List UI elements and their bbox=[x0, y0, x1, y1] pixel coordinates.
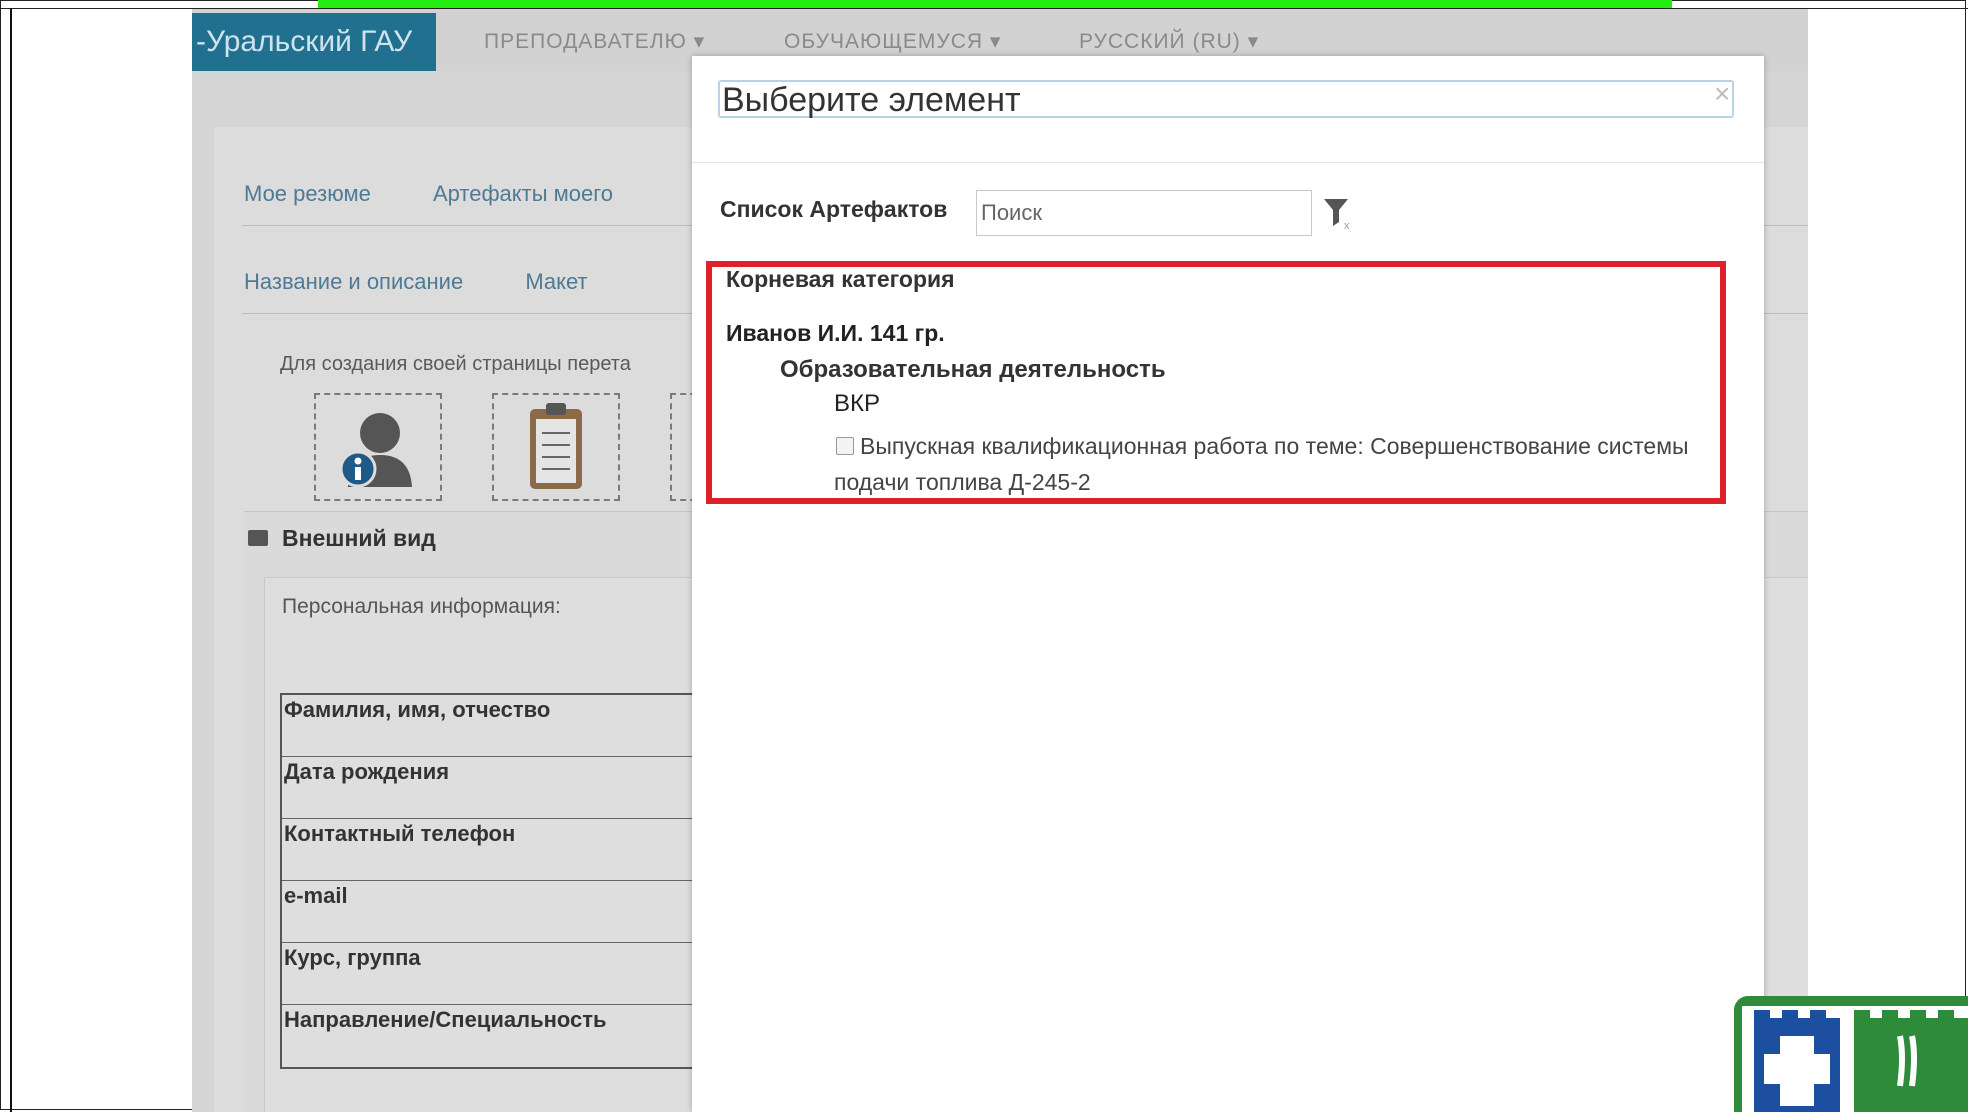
tree-node-vkr[interactable]: ВКР bbox=[834, 390, 880, 418]
tree-leaf-thesis[interactable]: Выпускная квалификационная работа по тем… bbox=[834, 428, 1694, 500]
drag-hint: Для создания своей страницы перета bbox=[280, 353, 631, 375]
university-logo bbox=[1734, 996, 1968, 1112]
tab-my-artifacts[interactable]: Артефакты моего bbox=[433, 181, 613, 206]
artifact-list-label: Список Артефактов bbox=[720, 196, 948, 222]
search-input[interactable] bbox=[976, 190, 1312, 236]
tab-layout[interactable]: Макет bbox=[525, 269, 587, 294]
checkbox-icon[interactable] bbox=[836, 437, 854, 455]
nav-language[interactable]: РУССКИЙ (RU) ▾ bbox=[1079, 29, 1259, 54]
tree-node-student[interactable]: Иванов И.И. 141 гр. bbox=[726, 320, 945, 347]
thesis-label: Выпускная квалификационная работа по тем… bbox=[834, 433, 1689, 495]
select-element-modal: Выберите элемент × Список Артефактов x К… bbox=[692, 56, 1764, 1112]
profile-tabs: Мое резюме Артефакты моего bbox=[244, 181, 669, 207]
clipboard-icon bbox=[530, 403, 582, 489]
svg-text:x: x bbox=[1344, 220, 1350, 230]
appearance-title: Внешний вид bbox=[248, 525, 436, 552]
block-tile-text[interactable] bbox=[492, 393, 620, 501]
frame-left-line bbox=[10, 8, 12, 1112]
briefcase-icon bbox=[248, 530, 268, 546]
nav-teacher[interactable]: ПРЕПОДАВАТЕЛЮ ▾ bbox=[484, 29, 705, 54]
tree-root-category[interactable]: Корневая категория bbox=[726, 266, 955, 293]
nav-student[interactable]: ОБУЧАЮЩЕМУСЯ ▾ bbox=[784, 29, 1001, 54]
close-icon[interactable]: × bbox=[1714, 78, 1730, 110]
tab-my-resume[interactable]: Мое резюме bbox=[244, 181, 371, 206]
page-tabs: Название и описание Макет bbox=[244, 269, 644, 295]
tab-name-description[interactable]: Название и описание bbox=[244, 269, 463, 294]
modal-header: Выберите элемент × bbox=[692, 56, 1764, 163]
brand-logo[interactable]: -Уральский ГАУ bbox=[192, 13, 436, 71]
personal-info-label: Персональная информация: bbox=[282, 595, 561, 618]
block-tile-profile[interactable] bbox=[314, 393, 442, 501]
modal-title: Выберите элемент bbox=[718, 80, 1734, 118]
university-emblem-icon bbox=[1742, 1006, 1968, 1112]
highlight-banner bbox=[318, 0, 1672, 8]
filter-clear-icon[interactable]: x bbox=[1322, 196, 1354, 230]
tree-node-education[interactable]: Образовательная деятельность bbox=[780, 356, 1166, 384]
user-info-icon bbox=[339, 413, 412, 488]
